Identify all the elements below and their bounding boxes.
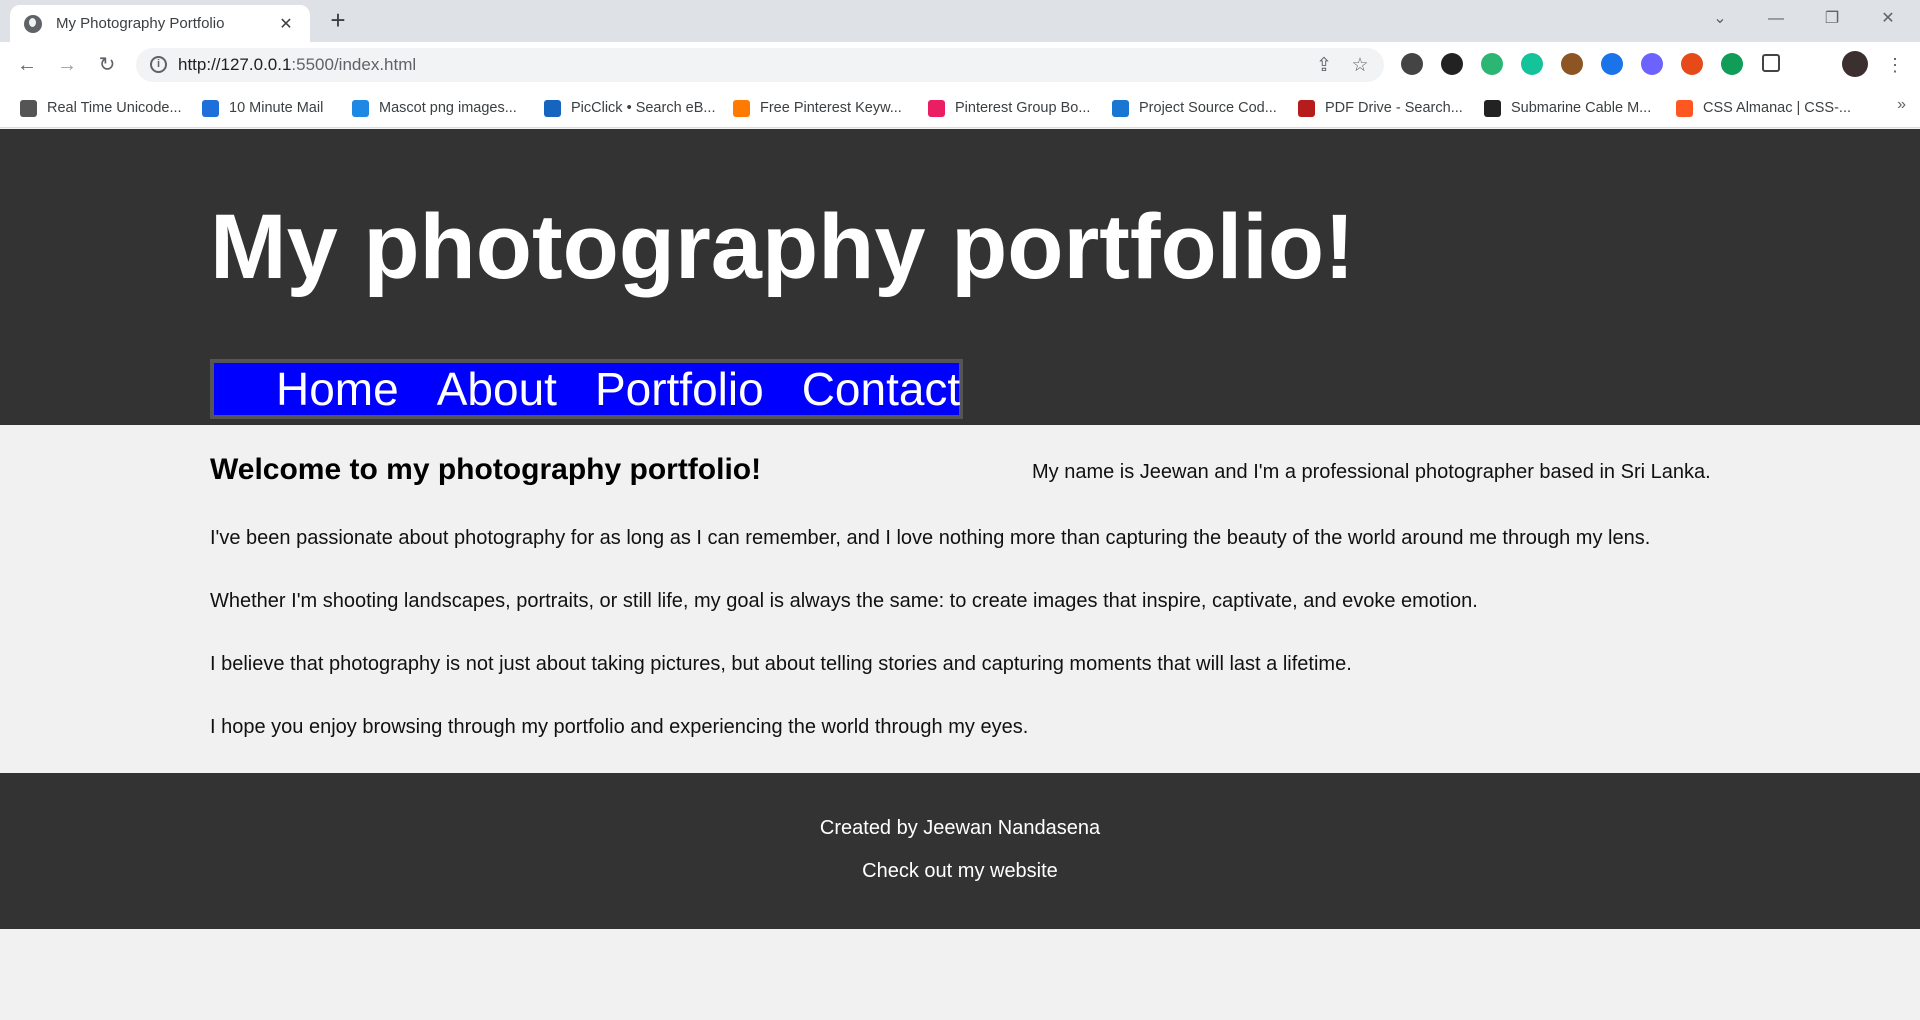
new-tab-button[interactable]: + [324, 6, 352, 34]
intro-text: My name is Jeewan and I'm a professional… [1032, 461, 1711, 483]
footer-website-link[interactable]: Check out my website [0, 860, 1920, 883]
welcome-heading: Welcome to my photography portfolio! [210, 453, 762, 486]
forward-icon[interactable]: → [52, 50, 82, 80]
browser-toolbar: ← → ↻ i http://127.0.0.1:5500/index.html… [0, 42, 1920, 88]
bookmark-favicon-icon [1298, 99, 1315, 117]
close-window-button[interactable]: ✕ [1860, 0, 1916, 40]
bookmark-label: CSS Almanac | CSS-... [1703, 100, 1852, 116]
close-tab-icon[interactable]: ✕ [276, 14, 296, 34]
bookmark-label: Free Pinterest Keyw... [760, 100, 902, 116]
nav-contact-link[interactable]: Contact [802, 362, 961, 416]
extension-icon[interactable] [1481, 53, 1503, 75]
page-viewport: My photography portfolio! Home About Por… [0, 129, 1920, 1020]
extension-icon[interactable] [1521, 53, 1543, 75]
restore-button[interactable]: ❐ [1804, 0, 1860, 40]
side-panel-icon[interactable] [1762, 54, 1780, 72]
bookmark-item[interactable]: CSS Almanac | CSS-... [1676, 96, 1851, 120]
paragraph-closing: I hope you enjoy browsing through my por… [210, 716, 1029, 738]
nav-home-link[interactable]: Home [276, 362, 399, 416]
tab-search-icon[interactable]: ⌄ [1692, 0, 1748, 40]
bookmark-label: 10 Minute Mail [229, 100, 324, 116]
url-path: :5500/index.html [291, 55, 417, 74]
extension-icon[interactable] [1721, 53, 1743, 75]
tab-title: My Photography Portfolio [56, 15, 225, 32]
bookmark-item[interactable]: 10 Minute Mail [202, 96, 323, 120]
address-bar[interactable]: i http://127.0.0.1:5500/index.html ⇪ ☆ [136, 48, 1384, 82]
site-footer: Created by Jeewan Nandasena Check out my… [0, 773, 1920, 929]
bookmark-favicon-icon [20, 99, 37, 117]
menu-kebab-icon[interactable]: ⋮ [1880, 50, 1910, 80]
main-content: Welcome to my photography portfolio! My … [0, 425, 1920, 773]
bookmark-favicon-icon [202, 99, 219, 117]
bookmark-favicon-icon [1484, 99, 1501, 117]
bookmark-favicon-icon [733, 99, 750, 117]
url-text[interactable]: http://127.0.0.1:5500/index.html [178, 55, 416, 75]
bookmark-label: Mascot png images... [379, 100, 517, 116]
bookmark-item[interactable]: PicClick • Search eB... [544, 96, 715, 120]
extension-icon[interactable] [1441, 53, 1463, 75]
bookmark-label: Submarine Cable M... [1511, 100, 1652, 116]
nav-portfolio-link[interactable]: Portfolio [595, 362, 764, 416]
bookmark-item[interactable]: Real Time Unicode... [20, 96, 182, 120]
paragraph-belief: I believe that photography is not just a… [210, 653, 1352, 675]
browser-tab-strip: My Photography Portfolio ✕ + ⌄ — ❐ ✕ [0, 0, 1920, 42]
extension-icon[interactable] [1641, 53, 1663, 75]
bookmark-item[interactable]: Free Pinterest Keyw... [733, 96, 902, 120]
bookmark-label: PDF Drive - Search... [1325, 100, 1463, 116]
bookmark-favicon-icon [928, 99, 945, 117]
bookmark-star-icon[interactable]: ☆ [1348, 54, 1372, 77]
bookmark-favicon-icon [544, 99, 561, 117]
site-info-icon[interactable]: i [150, 56, 167, 73]
nav-about-link[interactable]: About [437, 362, 557, 416]
url-host: http://127.0.0.1 [178, 55, 292, 74]
profile-avatar[interactable] [1842, 51, 1868, 77]
site-title: My photography portfolio! [210, 196, 1355, 298]
bookmark-item[interactable]: PDF Drive - Search... [1298, 96, 1463, 120]
bookmarks-bar: Real Time Unicode... 10 Minute Mail Mascot… [0, 88, 1920, 128]
extension-icon[interactable] [1601, 53, 1623, 75]
globe-icon [24, 14, 42, 33]
site-header: My photography portfolio! Home About Por… [0, 129, 1920, 425]
bookmark-item[interactable]: Pinterest Group Bo... [928, 96, 1090, 120]
bookmark-label: Real Time Unicode... [47, 100, 182, 116]
bookmark-item[interactable]: Submarine Cable M... [1484, 96, 1651, 120]
back-icon[interactable]: ← [12, 50, 42, 80]
minimize-button[interactable]: — [1748, 0, 1804, 40]
main-nav: Home About Portfolio Contact [210, 359, 963, 419]
reload-icon[interactable]: ↻ [92, 50, 122, 80]
bookmark-favicon-icon [352, 99, 369, 117]
bookmark-label: Project Source Cod... [1139, 100, 1277, 116]
bookmark-favicon-icon [1676, 99, 1693, 117]
extension-icon[interactable] [1561, 53, 1583, 75]
extension-icon[interactable] [1681, 53, 1703, 75]
bookmark-item[interactable]: Project Source Cod... [1112, 96, 1277, 120]
share-icon[interactable]: ⇪ [1312, 54, 1336, 77]
paragraph-passion: I've been passionate about photography f… [210, 527, 1651, 549]
more-bookmarks-icon[interactable]: » [1897, 96, 1906, 114]
bookmark-label: PicClick • Search eB... [571, 100, 716, 116]
footer-credit: Created by Jeewan Nandasena [819, 817, 1101, 839]
browser-tab[interactable]: My Photography Portfolio ✕ [10, 5, 310, 42]
bookmark-label: Pinterest Group Bo... [955, 100, 1091, 116]
bookmark-favicon-icon [1112, 99, 1129, 117]
extension-icon[interactable] [1401, 53, 1423, 75]
paragraph-goal: Whether I'm shooting landscapes, portrai… [210, 590, 1478, 612]
bookmark-item[interactable]: Mascot png images... [352, 96, 517, 120]
